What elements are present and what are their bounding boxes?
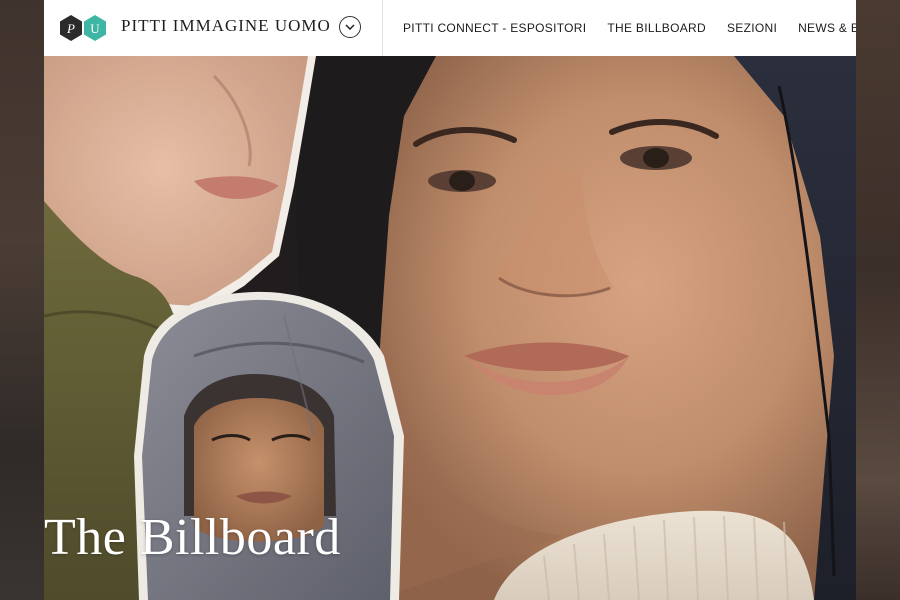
- nav-item-pitti-connect[interactable]: PITTI CONNECT - ESPOSITORI: [403, 21, 586, 35]
- logo[interactable]: P U: [59, 14, 109, 42]
- nav-item-sezioni[interactable]: SEZIONI: [727, 21, 777, 35]
- page-frame: P U PITTI IMMAGINE UOMO PITTI CONNECT - …: [44, 0, 856, 600]
- nav-item-the-billboard[interactable]: THE BILLBOARD: [607, 21, 706, 35]
- nav-item-news-eventi[interactable]: NEWS & EVENTI: [798, 21, 856, 35]
- logo-hexagons-icon: P U: [60, 15, 106, 41]
- logo-letter-p: P: [66, 21, 75, 36]
- chevron-down-icon: [345, 24, 355, 30]
- header-divider: [382, 0, 383, 56]
- brand-name[interactable]: PITTI IMMAGINE UOMO: [121, 16, 331, 36]
- main-nav: PITTI CONNECT - ESPOSITORI THE BILLBOARD…: [403, 0, 856, 56]
- backdrop-left-blur: [0, 0, 44, 600]
- logo-letter-u: U: [90, 21, 100, 36]
- hero-title: The Billboard: [44, 509, 341, 566]
- backdrop-right-blur: [854, 0, 900, 600]
- site-header: P U PITTI IMMAGINE UOMO PITTI CONNECT - …: [44, 0, 856, 56]
- brand-dropdown-button[interactable]: [339, 16, 361, 38]
